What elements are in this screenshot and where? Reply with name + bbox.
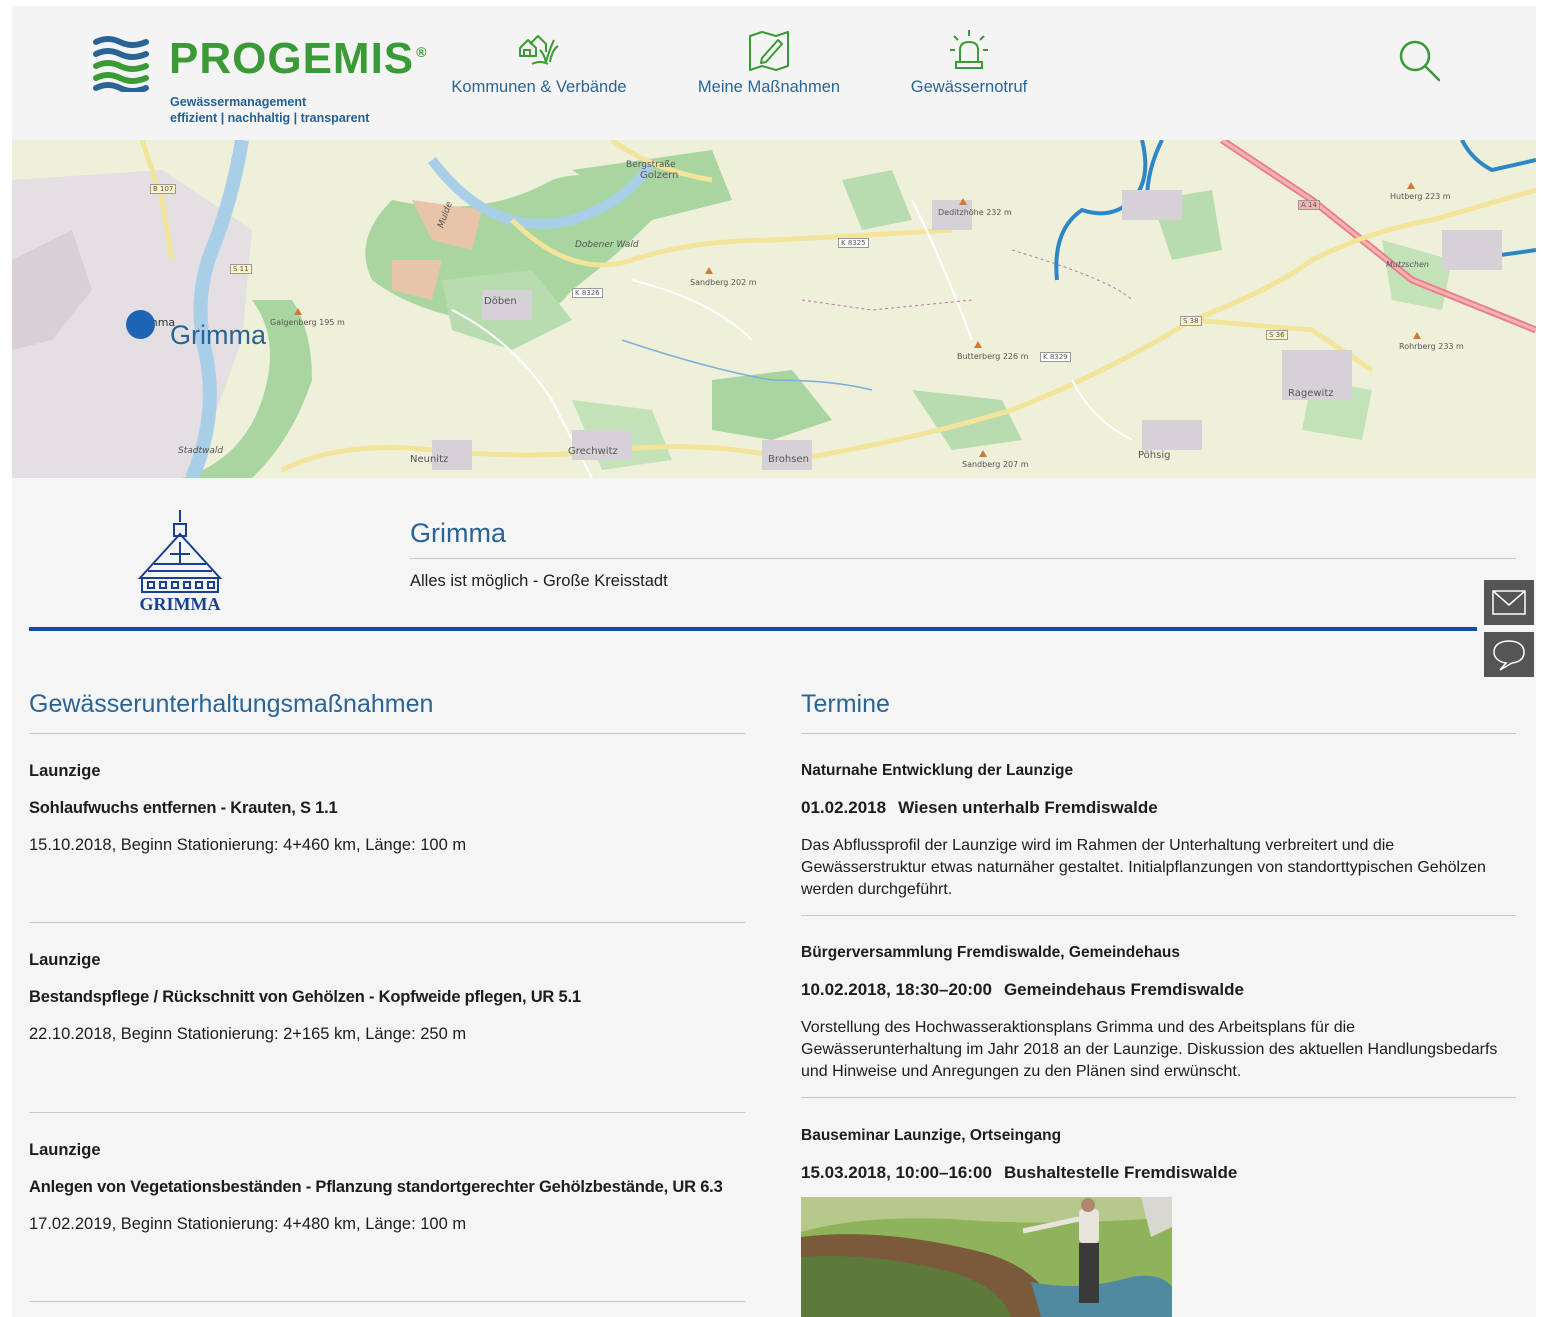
map-label: Dobener Wald [575,240,639,250]
measure-title: Bestandspflege / Rückschnitt von Gehölze… [29,988,581,1006]
map-label: Mutzschen [1386,260,1429,269]
crest-text: GRIMMA [140,594,221,614]
event-date-place: 10.02.2018, 18:30–20:00 Gemeindehaus Frem… [801,980,1516,1017]
measures-title: Gewässerunterhaltungsmaßnahmen [29,690,434,718]
mail-icon [1492,590,1526,615]
event-description: Vorstellung des Hochwasseraktionsplans G… [801,1019,1498,1080]
event-date: 10.02.2018, 18:30–20:00 [801,980,992,999]
divider [801,733,1516,734]
divider [801,1097,1516,1098]
map-pencil-icon [749,31,789,71]
event-place: Gemeindehaus Fremdiswalde [1003,980,1244,999]
event-heading: Bauseminar Launzige, Ortseingang [801,1127,1062,1144]
map-label: Hutberg 223 m [1390,192,1451,201]
event-date-place: 01.02.2018 Wiesen unterhalb Fremdiswalde [801,798,1516,835]
site-header: PROGEMIS ® Gewässermanagement effizient |… [12,6,1536,140]
map-label: Golzern [640,170,679,181]
events-title: Termine [801,690,890,718]
map-label: Deditzhöhe 232 m [938,208,1012,217]
chat-button[interactable] [1484,632,1534,677]
map-label: Pöhsig [1138,450,1171,461]
map-canvas [12,140,1536,478]
map-view[interactable]: Golzern Bergstraße Dobener Wald Döben Ga… [12,140,1536,478]
road-label: S 11 [230,264,252,274]
map-label: Bergstraße [626,160,676,170]
chat-icon [1493,640,1525,671]
nav-gewaessernotruf[interactable]: Gewässernotruf [905,28,1033,97]
road-label: K 8325 [838,238,869,248]
measure-title: Sohlaufwuchs entfernen - Krauten, S 1.1 [29,799,338,817]
page-frame: PROGEMIS ® Gewässermanagement effizient |… [12,6,1536,1317]
map-label: Neunitz [410,454,449,465]
event-heading: Naturnahe Entwicklung der Launzige [801,762,1074,779]
alarm-light-icon [950,30,988,69]
measure-item[interactable]: Launzige Sohlaufwuchs entfernen - Kraute… [29,761,745,855]
event-date: 01.02.2018 [801,798,887,817]
event-item[interactable]: Bürgerversammlung Fremdiswalde, Gemeinde… [801,943,1516,1083]
measure-river: Launzige [29,951,101,969]
accent-divider [29,627,1477,631]
measure-meta: 17.02.2019, Beginn Stationierung: 4+480 … [29,1215,467,1233]
event-place: Wiesen unterhalb Fremdiswalde [898,798,1158,817]
measure-river: Launzige [29,1141,101,1159]
event-description: Das Abflussprofil der Launzige wird im R… [801,837,1486,898]
map-label: Ragewitz [1288,388,1334,399]
event-item[interactable]: Bauseminar Launzige, Ortseingang 15.03.2… [801,1126,1516,1200]
road-label: S 38 [1180,316,1202,326]
map-label: Grechwitz [568,446,618,457]
road-label: A 14 [1298,200,1320,210]
mail-button[interactable] [1484,580,1534,625]
measure-meta: 22.10.2018, Beginn Stationierung: 2+165 … [29,1025,467,1043]
grimma-crest-logo: GRIMMA [137,510,223,614]
measure-item[interactable]: Launzige Anlegen von Vegetationsbestände… [29,1140,745,1234]
event-item[interactable]: Naturnahe Entwicklung der Launzige 01.02… [801,761,1516,901]
nav-meine-massnahmen[interactable]: Meine Maßnahmen [692,28,846,97]
divider [29,1112,745,1113]
map-city-label: Grimma [170,320,266,350]
event-photo-image [801,1197,1172,1317]
community-name: Grimma [410,518,506,548]
event-photo[interactable] [801,1197,1172,1317]
nav-kommunen[interactable]: Kommunen & Verbände [446,28,632,97]
road-label: B 107 [150,184,177,194]
waves-logo-icon [93,36,149,92]
map-label: Brohsen [768,454,809,465]
measure-meta: 15.10.2018, Beginn Stationierung: 4+460 … [29,836,467,854]
brand-name: PROGEMIS ® [169,34,428,83]
houses-plant-icon [519,35,559,65]
map-label: Döben [484,296,517,307]
divider [410,558,1516,559]
divider [29,1301,745,1302]
measure-river: Launzige [29,762,101,780]
road-label: K 8326 [572,288,603,298]
divider [29,733,745,734]
community-subtitle: Alles ist möglich - Große Kreisstadt [410,572,668,590]
map-label: Stadtwald [178,446,224,456]
event-place: Bushaltestelle Fremdiswalde [1003,1163,1238,1182]
measure-item[interactable]: Launzige Bestandspflege / Rückschnitt vo… [29,950,745,1044]
event-heading: Bürgerversammlung Fremdiswalde, Gemeinde… [801,944,1181,961]
map-label: Rohrberg 233 m [1399,342,1464,351]
road-label: K 8329 [1040,352,1071,362]
search-icon[interactable] [1397,38,1441,82]
location-marker[interactable] [126,310,155,339]
map-label: Sandberg 202 m [690,278,757,287]
progemis-logo[interactable]: PROGEMIS ® Gewässermanagement effizient |… [92,30,426,130]
divider [29,922,745,923]
road-label: S 36 [1266,330,1288,340]
map-label: Butterberg 226 m [957,352,1029,361]
measure-title: Anlegen von Vegetationsbeständen - Pflan… [29,1178,723,1196]
event-date-place: 15.03.2018, 10:00–16:00 Bushaltestelle Fr… [801,1163,1516,1200]
map-label: Galgenberg 195 m [270,318,345,327]
divider [801,915,1516,916]
brand-tagline: Gewässermanagement effizient | nachhalti… [170,95,370,125]
map-label: Sandberg 207 m [962,460,1029,469]
event-date: 15.03.2018, 10:00–16:00 [801,1163,992,1182]
